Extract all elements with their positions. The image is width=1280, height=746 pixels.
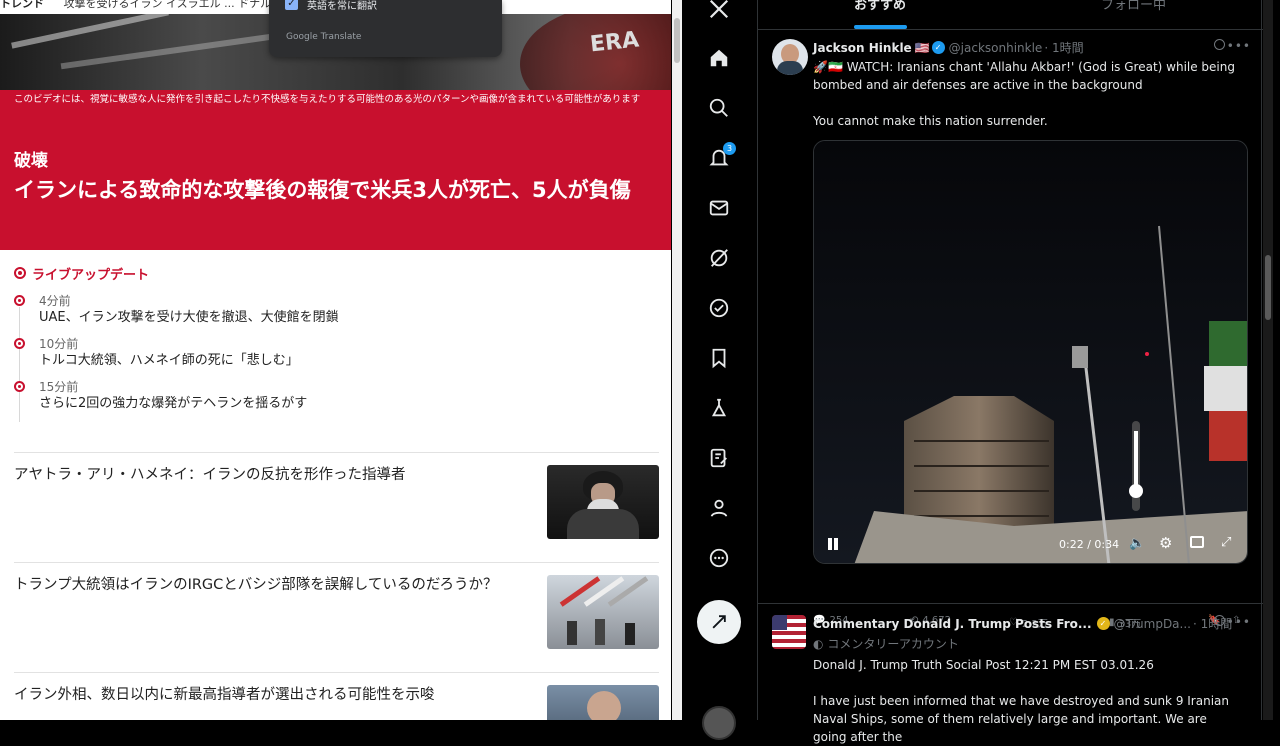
- timeline: おすすめ フォロー中 Jackson Hinkle 🇺🇸 ✓ @jacksonh…: [757, 0, 1263, 744]
- author-handle[interactable]: @jacksonhinkle: [949, 41, 1043, 55]
- story-item[interactable]: イラン外相、数日以内に新最高指導者が選出される可能性を示唆: [14, 672, 659, 720]
- live-update-item[interactable]: 10分前 トルコ大統領、ハメネイ師の死に「悲しむ」: [14, 336, 659, 370]
- notifications-icon[interactable]: 3: [706, 142, 736, 171]
- volume-icon[interactable]: 🔈: [1129, 536, 1145, 551]
- post-header: Commentary Donald J. Trump Posts Fro... …: [813, 615, 1232, 632]
- compose-post-button[interactable]: [697, 600, 741, 644]
- right-scrollbar[interactable]: [1263, 0, 1273, 720]
- grok-explain-icon[interactable]: [1214, 39, 1225, 50]
- home-icon[interactable]: [706, 45, 732, 71]
- notification-badge: 3: [723, 142, 736, 155]
- grok-icon[interactable]: [706, 245, 732, 271]
- live-icon: [14, 267, 26, 279]
- author-handle[interactable]: @TrumpDa...: [1114, 617, 1191, 631]
- timeline-dot-icon: [14, 338, 25, 349]
- headline-banner: このビデオには、視覚に敏感な人に発作を引き起こしたり不快感を与えたりする可能性の…: [0, 90, 671, 250]
- profile-icon[interactable]: [706, 495, 732, 521]
- category-label: 破壊: [14, 151, 48, 171]
- timeline-dot-icon: [14, 381, 25, 392]
- left-scrollbar[interactable]: [672, 0, 682, 720]
- pip-icon[interactable]: [1190, 536, 1204, 548]
- verified-gold-badge-icon: ✓: [1096, 617, 1110, 630]
- timeline-tabs: おすすめ フォロー中: [758, 0, 1263, 30]
- verified-icon[interactable]: [706, 295, 732, 321]
- account-avatar[interactable]: [702, 706, 736, 740]
- timeline-dot-icon: [14, 295, 25, 306]
- pause-icon[interactable]: [826, 537, 840, 553]
- author-name[interactable]: Commentary Donald J. Trump Posts Fro...: [813, 617, 1092, 631]
- article-headline[interactable]: イランによる致命的な攻撃後の報復で米兵3人が死亡、5人が負傷: [14, 176, 654, 205]
- post-text: Donald J. Trump Truth Social Post 12:21 …: [813, 658, 1154, 672]
- story-thumbnail[interactable]: [547, 465, 659, 539]
- trending-label: トレンド: [0, 0, 44, 10]
- more-options-icon[interactable]: •••: [1227, 39, 1251, 53]
- tab-following-label: フォロー中: [1101, 0, 1167, 13]
- update-time: 4分前: [39, 294, 71, 308]
- post-text: You cannot make this nation surrender.: [813, 114, 1048, 128]
- x-app: 3 おすすめ フォロー中 Jackson Hinkle 🇺🇸 ✓ @jackso…: [682, 0, 1280, 744]
- live-updates-title[interactable]: ライブアップデート: [14, 262, 659, 284]
- translate-popup: ✓ 英語を常に翻訳 Google Translate: [269, 0, 502, 57]
- post[interactable]: Commentary Donald J. Trump Posts Fro... …: [758, 615, 1263, 744]
- story-thumbnail[interactable]: [547, 685, 659, 720]
- update-text[interactable]: UAE、イラン攻撃を受け大使を撤退、大使館を閉鎖: [39, 309, 659, 327]
- parody-mask-icon: ◐: [813, 637, 824, 651]
- scrollbar-thumb[interactable]: [1265, 255, 1271, 320]
- google-translate-footer: Google Translate: [286, 32, 362, 42]
- story-thumbnail[interactable]: [547, 575, 659, 649]
- fullscreen-icon[interactable]: ⤢: [1221, 535, 1231, 550]
- live-label: ライブアップデート: [32, 267, 150, 283]
- jobs-icon[interactable]: [706, 395, 732, 421]
- flag-emoji: 🇺🇸: [914, 40, 930, 55]
- articles-icon[interactable]: [706, 445, 732, 471]
- tab-for-you[interactable]: おすすめ: [854, 0, 907, 29]
- grok-explain-icon[interactable]: [1214, 615, 1225, 626]
- avatar[interactable]: [772, 39, 808, 75]
- update-time: 15分前: [39, 380, 79, 394]
- post-text: 🚀🇮🇷 WATCH: Iranians chant 'Allahu Akbar!…: [813, 60, 1235, 92]
- scrollbar-thumb[interactable]: [674, 18, 680, 63]
- tab-following[interactable]: フォロー中: [1101, 0, 1166, 29]
- post[interactable]: Jackson Hinkle 🇺🇸 ✓ @jacksonhinkle · 1時間…: [758, 39, 1263, 630]
- tab-for-you-label: おすすめ: [854, 0, 907, 13]
- live-update-item[interactable]: 15分前 さらに2回の強力な爆発がテヘランを揺るがす: [14, 379, 659, 413]
- story-item[interactable]: トランプ大統領はイランのIRGCとバシジ部隊を誤解しているのだろうか？: [14, 562, 659, 672]
- update-text[interactable]: トルコ大統領、ハメネイ師の死に「悲しむ」: [39, 352, 659, 370]
- more-options-icon[interactable]: •••: [1227, 615, 1251, 629]
- seizure-warning: このビデオには、視覚に敏感な人に発作を引き起こしたり不快感を与えたりする可能性の…: [14, 94, 641, 105]
- update-text[interactable]: さらに2回の強力な爆発がテヘランを揺るがす: [39, 395, 659, 413]
- story-title[interactable]: アヤトラ・アリ・ハメネイ：イランの反抗を形作った指導者: [14, 465, 524, 485]
- x-logo-icon[interactable]: [706, 0, 732, 22]
- live-update-item[interactable]: 4分前 UAE、イラン攻撃を受け大使を撤退、大使館を閉鎖: [14, 293, 659, 327]
- always-translate-label[interactable]: 英語を常に翻訳: [307, 0, 377, 12]
- story-title[interactable]: イラン外相、数日以内に新最高指導者が選出される可能性を示唆: [14, 685, 524, 705]
- story-item[interactable]: アヤトラ・アリ・ハメネイ：イランの反抗を形作った指導者: [14, 452, 659, 562]
- post-time[interactable]: · 1時間: [1044, 39, 1083, 56]
- video-player[interactable]: 0:22 / 0:34 🔈 ⚙ ⤢: [813, 140, 1248, 564]
- x-sidebar-nav: 3: [682, 0, 757, 740]
- post-text: I have just been informed that we have d…: [813, 694, 1229, 744]
- avatar[interactable]: [772, 615, 806, 649]
- verified-badge-icon: ✓: [931, 41, 945, 54]
- video-timestamp: 0:22 / 0:34: [1059, 538, 1120, 551]
- post-header: Jackson Hinkle 🇺🇸 ✓ @jacksonhinkle · 1時間: [813, 39, 1084, 56]
- settings-gear-icon[interactable]: ⚙: [1159, 534, 1172, 552]
- account-label: ◐ コメンタリーアカウント: [813, 635, 1243, 653]
- active-tab-indicator: [854, 25, 907, 29]
- author-name[interactable]: Jackson Hinkle: [813, 41, 912, 55]
- update-time: 10分前: [39, 337, 79, 351]
- video-frame: [814, 141, 1247, 563]
- story-title[interactable]: トランプ大統領はイランのIRGCとバシジ部隊を誤解しているのだろうか？: [14, 575, 524, 595]
- more-icon[interactable]: [706, 545, 732, 571]
- live-updates: ライブアップデート 4分前 UAE、イラン攻撃を受け大使を撤退、大使館を閉鎖 1…: [14, 262, 659, 413]
- news-page: トレンド 攻撃を受けるイラン イスラエル ... ドナルド・トランプ ERA こ…: [0, 0, 671, 720]
- messages-icon[interactable]: [706, 195, 732, 221]
- search-icon[interactable]: [706, 95, 732, 121]
- account-label-text: コメンタリーアカウント: [827, 637, 959, 651]
- checkbox-icon[interactable]: ✓: [285, 0, 298, 10]
- compose-feather-icon: [712, 615, 726, 629]
- bookmarks-icon[interactable]: [706, 345, 732, 371]
